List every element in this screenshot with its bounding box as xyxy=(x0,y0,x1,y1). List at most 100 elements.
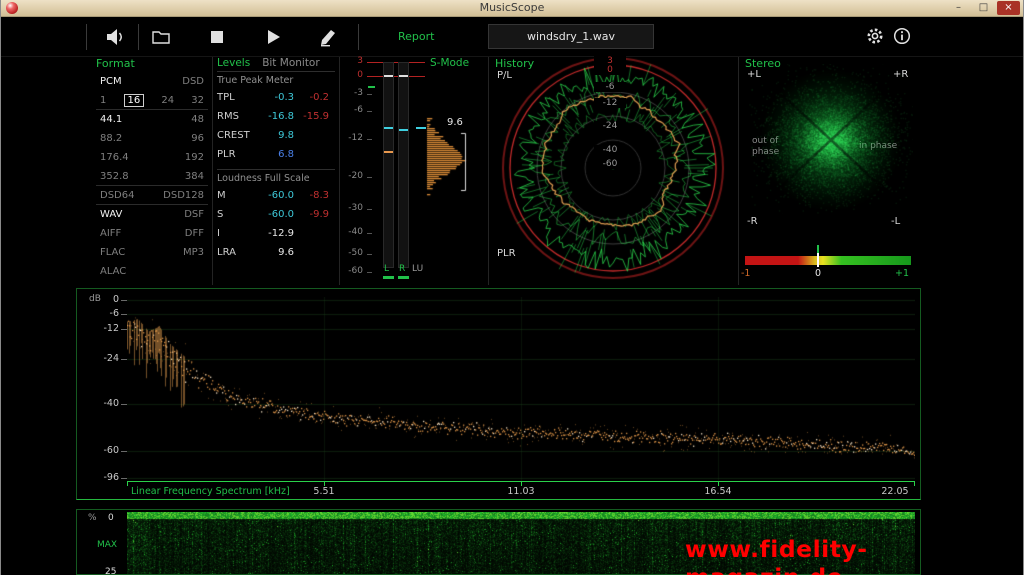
history-scale-label: -6 xyxy=(594,82,626,92)
spectrogram-bottom-label: 25 xyxy=(105,567,116,575)
stop-icon[interactable] xyxy=(206,26,228,48)
settings-gear-icon[interactable] xyxy=(865,26,887,48)
tab-levels[interactable]: Levels xyxy=(217,57,250,71)
meter-tick xyxy=(367,272,372,273)
format-wav: WAV xyxy=(100,209,122,220)
format-dff: DFF xyxy=(185,228,204,239)
meter-scale-label: -20 xyxy=(341,171,363,181)
panel-separator xyxy=(488,57,489,285)
meter-scale-label: -40 xyxy=(341,227,363,237)
m-max: -8.3 xyxy=(294,190,329,201)
format-panel: Format PCM DSD 1 16 24 32 44.1 48 88.2 9… xyxy=(96,57,208,281)
meter-scale-label: 0 xyxy=(341,70,363,80)
level-row-m: M -60.0 -8.3 xyxy=(217,186,335,205)
panel-separator xyxy=(212,57,213,285)
m-value: -60.0 xyxy=(259,190,294,201)
level-row-tpl: TPL -0.3 -0.2 xyxy=(217,88,335,107)
history-scale-label: -40 xyxy=(594,145,626,155)
crest-value: 9.8 xyxy=(259,130,294,141)
meter-scale-label: -3 xyxy=(341,88,363,98)
goniometer-canvas xyxy=(749,64,913,214)
smode-histogram-canvas xyxy=(425,58,487,284)
format-rate-1764: 176.4 xyxy=(100,152,129,163)
levels-divider xyxy=(217,169,335,170)
spectrum-ytick: -96 xyxy=(91,472,119,483)
meter-tick xyxy=(367,233,372,234)
gonio-corner-bl: -R xyxy=(747,216,758,227)
meter-scale-label: -6 xyxy=(341,105,363,115)
format-row-codec: WAV DSF xyxy=(96,205,208,224)
format-bit-32: 32 xyxy=(191,95,204,106)
gonio-corner-tr: +R xyxy=(893,69,908,80)
format-rate-192: 192 xyxy=(185,152,204,163)
report-button[interactable]: Report xyxy=(398,30,434,43)
channel-indicator xyxy=(398,276,409,279)
level-row-lra: LRA 9.6 xyxy=(217,243,335,262)
section-true-peak: True Peak Meter xyxy=(217,75,335,88)
toolbar-separator xyxy=(138,24,139,50)
meter-tick xyxy=(367,139,372,140)
spectrum-x-label: Linear Frequency Spectrum [kHz] xyxy=(131,486,290,497)
format-rate-48: 48 xyxy=(191,114,204,125)
format-rate-441: 44.1 xyxy=(100,114,122,125)
correlation-min-label: -1 xyxy=(741,268,750,279)
tpl-max: -0.2 xyxy=(294,92,329,103)
format-row-rate: 176.4 192 xyxy=(96,148,208,167)
open-folder-icon[interactable] xyxy=(150,26,172,48)
toolbar-separator xyxy=(86,24,87,50)
spectrum-ytick: -60 xyxy=(91,445,119,456)
level-meter-right xyxy=(398,62,409,268)
history-scale-label: -12 xyxy=(594,98,626,108)
s-max: -9.9 xyxy=(294,209,329,220)
format-mp3: MP3 xyxy=(183,247,204,258)
meter-tick xyxy=(367,111,372,112)
tab-bit-monitor[interactable]: Bit Monitor xyxy=(262,57,320,71)
history-scale-label: -24 xyxy=(594,121,626,131)
meter-tick xyxy=(367,94,372,95)
minimize-button[interactable]: – xyxy=(947,1,970,15)
format-row-family: PCM DSD xyxy=(96,72,208,91)
format-flac: FLAC xyxy=(100,247,125,258)
spectrum-ytick: 0 xyxy=(91,294,119,305)
volume-icon[interactable] xyxy=(104,26,126,48)
format-row-codec: ALAC xyxy=(96,262,208,281)
window-title: MusicScope xyxy=(1,1,1023,14)
format-row-dsd: DSD64 DSD128 xyxy=(96,186,208,205)
play-icon[interactable] xyxy=(262,26,284,48)
maximize-button[interactable]: □ xyxy=(972,1,995,15)
spectrogram-max-label: MAX xyxy=(97,540,117,550)
write-report-icon[interactable] xyxy=(317,26,339,48)
channel-right-label: R xyxy=(399,264,405,274)
spectrum-ytick: -40 xyxy=(91,398,119,409)
smode-lra-value: 9.6 xyxy=(447,117,463,128)
tpl-peak-marker xyxy=(384,75,393,77)
history-scale-label: 0 xyxy=(594,65,626,75)
format-rate-882: 88.2 xyxy=(100,133,122,144)
info-icon[interactable] xyxy=(892,26,914,48)
window-controls: – □ × xyxy=(947,1,1020,15)
plr-label: PLR xyxy=(217,149,259,160)
toolbar-separator xyxy=(358,24,359,50)
spectrum-xtick: 11.03 xyxy=(499,486,543,497)
rms-marker xyxy=(399,129,408,131)
plr-value: 6.8 xyxy=(259,149,294,160)
close-button[interactable]: × xyxy=(997,1,1020,15)
section-loudness: Loudness Full Scale xyxy=(217,173,335,186)
format-dsf: DSF xyxy=(184,209,204,220)
spectrum-xtick: 16.54 xyxy=(696,486,740,497)
history-pl-label: P/L xyxy=(497,70,512,81)
format-dsd64: DSD64 xyxy=(100,190,134,201)
lra-value: 9.6 xyxy=(259,247,294,258)
i-label: I xyxy=(217,228,259,239)
spectrum-ytick: -12 xyxy=(91,323,119,334)
level-row-i: I -12.9 xyxy=(217,224,335,243)
m-label: M xyxy=(217,190,259,201)
correlation-meter xyxy=(745,256,911,265)
history-header: History xyxy=(495,57,534,70)
lu-label: LU xyxy=(412,264,423,274)
history-scale-label: -60 xyxy=(594,159,626,169)
filename-display: windsdry_1.wav xyxy=(488,24,654,49)
levels-tabs: Levels Bit Monitor xyxy=(217,57,335,72)
tpl-peak-marker xyxy=(399,75,408,77)
spectrum-xtick-mark xyxy=(127,482,128,486)
